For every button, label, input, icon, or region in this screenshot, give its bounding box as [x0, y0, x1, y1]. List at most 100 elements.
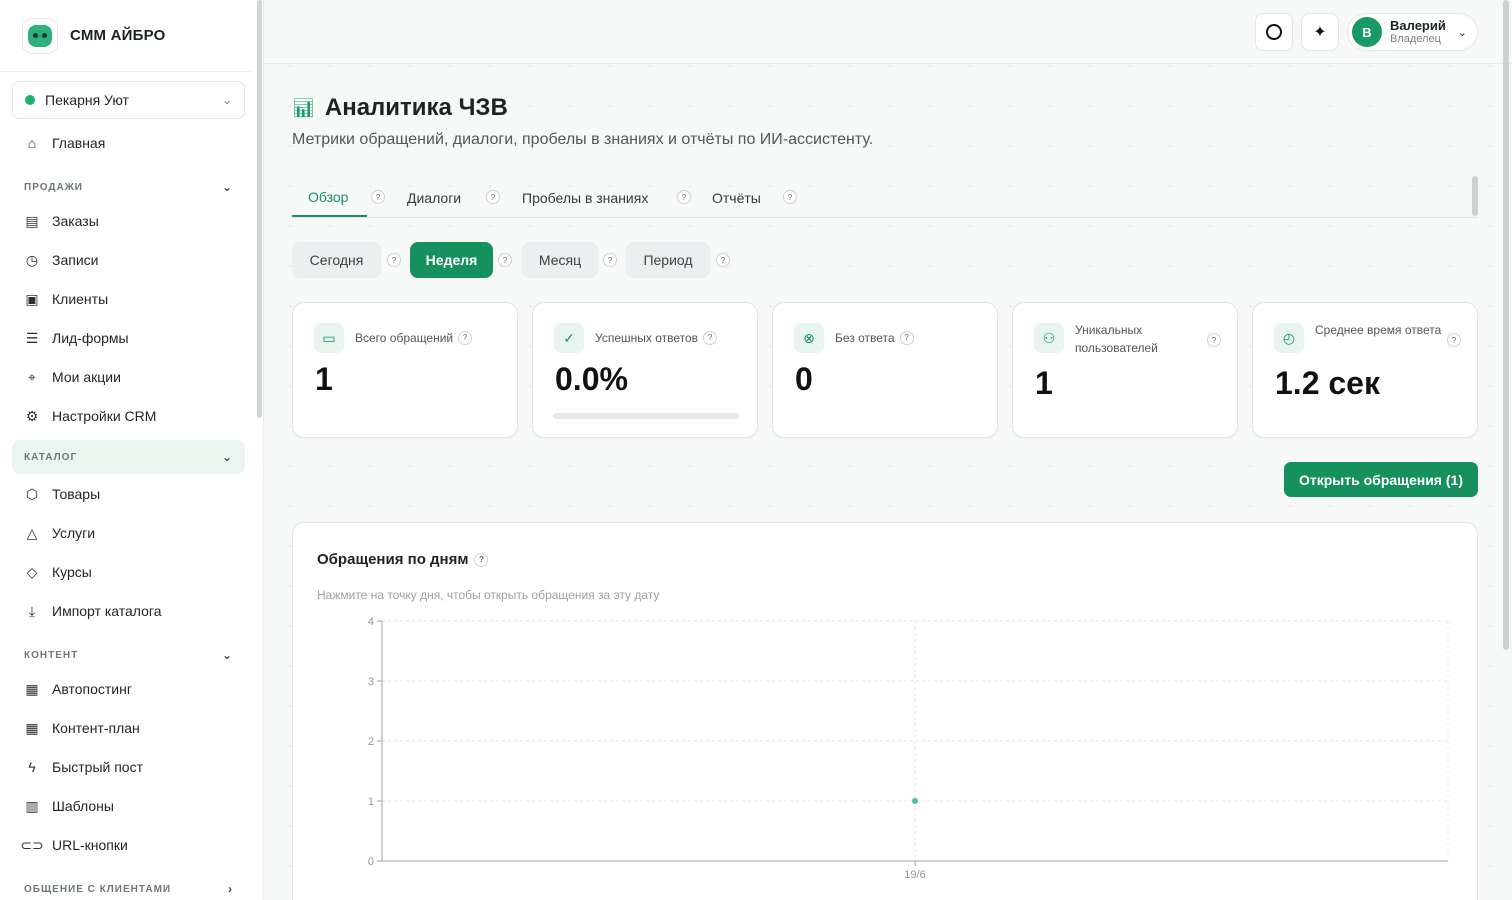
x-circle-icon: ⊗	[794, 323, 824, 353]
alarm-clock-icon: ◷	[25, 251, 39, 268]
chevron-down-icon: ⌄	[221, 648, 233, 662]
metric-label: Успешных ответов?	[595, 329, 718, 347]
tab-label: Диалоги	[407, 189, 462, 206]
help-icon[interactable]: ?	[716, 253, 730, 267]
metric-value: 0.0%	[555, 361, 628, 397]
contact-card-icon: ▣	[25, 290, 39, 307]
sidebar-scrollbar[interactable]	[257, 0, 262, 418]
sidebar-item-promotions[interactable]: ⌖ Мои акции	[12, 360, 245, 394]
help-icon[interactable]: ?	[498, 253, 512, 267]
sidebar-item-label: Импорт каталога	[52, 603, 162, 619]
main-scrollbar[interactable]	[1503, 0, 1509, 650]
theme-toggle-button[interactable]	[1255, 13, 1293, 51]
graduation-cap-icon: ◇	[26, 563, 38, 580]
sidebar-item-label: URL-кнопки	[52, 837, 128, 853]
help-icon[interactable]: ?	[783, 190, 797, 204]
period-today-button[interactable]: Сегодня	[292, 242, 381, 278]
download-icon: ⤓	[28, 602, 36, 619]
tab-knowledge-gaps[interactable]: Пробелы в знаниях	[522, 178, 648, 217]
metric-value: 1	[315, 361, 333, 397]
chart-card: Обращения по дням ? Нажмите на точку дня…	[292, 522, 1478, 900]
help-icon[interactable]: ?	[458, 331, 473, 345]
brand[interactable]: СММ АЙБРО	[0, 0, 251, 72]
sidebar: СММ АЙБРО Пекарня Уют ⌄ ⌂ Главная ПРОДАЖ…	[0, 0, 264, 900]
tab-reports[interactable]: Отчёты	[712, 178, 761, 217]
sidebar-item-url-buttons[interactable]: ⊂⊃ URL-кнопки	[12, 828, 245, 862]
help-icon[interactable]: ?	[1207, 333, 1221, 347]
sidebar-item-label: Главная	[52, 135, 106, 151]
sidebar-item-lead-forms[interactable]: ☰ Лид-формы	[12, 321, 245, 355]
home-icon: ⌂	[27, 135, 37, 151]
sidebar-item-crm-settings[interactable]: ⚙ Настройки CRM	[12, 399, 245, 433]
avatar: В	[1352, 17, 1382, 47]
data-point[interactable]	[912, 798, 918, 804]
help-icon[interactable]: ?	[603, 253, 617, 267]
topbar: ✦ В Валерий Владелец ⌄	[264, 0, 1512, 64]
y-tick-label: 1	[368, 796, 374, 808]
period-custom-button[interactable]: Период	[626, 242, 710, 278]
bar-chart-icon: 📊︎	[292, 97, 315, 118]
sidebar-item-products[interactable]: ⬡ Товары	[12, 477, 245, 511]
tab-label: Обзор	[308, 188, 349, 205]
help-icon[interactable]: ?	[486, 190, 500, 204]
sidebar-item-services[interactable]: △ Услуги	[12, 516, 245, 550]
sidebar-item-quick-post[interactable]: ϟ Быстрый пост	[12, 750, 245, 784]
section-communication[interactable]: ОБЩЕНИЕ С КЛИЕНТАМИ ›	[12, 872, 245, 900]
section-sales[interactable]: ПРОДАЖИ ⌄	[12, 170, 245, 204]
help-icon[interactable]: ?	[703, 331, 718, 345]
success-progress-bar	[553, 413, 739, 419]
gear-icon: ⚙	[25, 407, 39, 424]
sidebar-item-bookings[interactable]: ◷ Записи	[12, 243, 245, 277]
sidebar-item-label: Автопостинг	[52, 681, 132, 697]
status-dot-icon	[25, 95, 35, 105]
sidebar-item-label: Настройки CRM	[52, 408, 157, 424]
clipboard-icon: ▤	[25, 212, 39, 229]
calendar-grid-icon: ▦	[25, 719, 39, 736]
tab-dialogs[interactable]: Диалоги	[407, 178, 461, 217]
sidebar-item-templates[interactable]: ▥ Шаблоны	[12, 789, 245, 823]
section-title: КОНТЕНТ	[24, 649, 79, 661]
help-icon[interactable]: ?	[371, 190, 385, 204]
sidebar-item-clients[interactable]: ▣ Клиенты	[12, 282, 245, 316]
metric-value: 1.2 сек	[1275, 365, 1380, 401]
user-menu[interactable]: В Валерий Владелец ⌄	[1347, 13, 1478, 51]
y-tick-label: 2	[368, 736, 374, 748]
sidebar-item-label: Быстрый пост	[52, 759, 143, 775]
message-icon: ▭	[314, 323, 344, 353]
requests-line-chart: 0 1 2 3 4 19/6	[368, 616, 1449, 881]
section-content[interactable]: КОНТЕНТ ⌄	[12, 638, 245, 672]
chevron-right-icon: ›	[228, 882, 233, 896]
tabs-scrollbar[interactable]	[1472, 176, 1478, 216]
help-icon[interactable]: ?	[1447, 333, 1461, 347]
chevron-down-icon: ⌄	[221, 180, 233, 194]
metric-label: Уникальных пользователей	[1075, 323, 1158, 355]
calendar-clock-icon: ▦	[25, 680, 39, 697]
users-icon: ⚇	[1034, 323, 1064, 353]
sidebar-item-home[interactable]: ⌂ Главная	[12, 126, 245, 160]
metric-card-unanswered: ⊗ Без ответа? 0	[772, 302, 998, 438]
open-requests-button[interactable]: Открыть обращения (1)	[1284, 462, 1478, 497]
box-icon: ⬡	[25, 485, 39, 502]
sidebar-item-autoposting[interactable]: ▦ Автопостинг	[12, 672, 245, 706]
business-selector[interactable]: Пекарня Уют ⌄	[12, 81, 245, 119]
sidebar-item-content-plan[interactable]: ▦ Контент-план	[12, 711, 245, 745]
ai-assistant-button[interactable]: ✦	[1301, 13, 1339, 51]
robot-logo-icon	[22, 17, 58, 54]
link-button-icon: ⊂⊃	[20, 836, 44, 853]
sidebar-item-label: Услуги	[52, 525, 96, 541]
help-icon[interactable]: ?	[677, 190, 691, 204]
help-icon[interactable]: ?	[899, 331, 914, 345]
help-icon[interactable]: ?	[387, 253, 401, 267]
sidebar-item-courses[interactable]: ◇ Курсы	[12, 555, 245, 589]
sidebar-item-catalog-import[interactable]: ⤓ Импорт каталога	[12, 594, 245, 628]
section-catalog[interactable]: КАТАЛОГ ⌄	[12, 440, 245, 474]
user-name: Валерий	[1390, 17, 1446, 33]
sidebar-item-orders[interactable]: ▤ Заказы	[12, 204, 245, 238]
business-name: Пекарня Уют	[45, 92, 129, 108]
tab-overview[interactable]: Обзор	[292, 178, 367, 217]
period-week-button[interactable]: Неделя	[410, 242, 493, 278]
period-month-button[interactable]: Месяц	[522, 242, 598, 278]
section-title: ОБЩЕНИЕ С КЛИЕНТАМИ	[24, 883, 172, 895]
metric-label: Всего обращений?	[355, 329, 473, 347]
metric-card-avg-time: ◴ Среднее время ответа ? 1.2 сек	[1252, 302, 1478, 438]
